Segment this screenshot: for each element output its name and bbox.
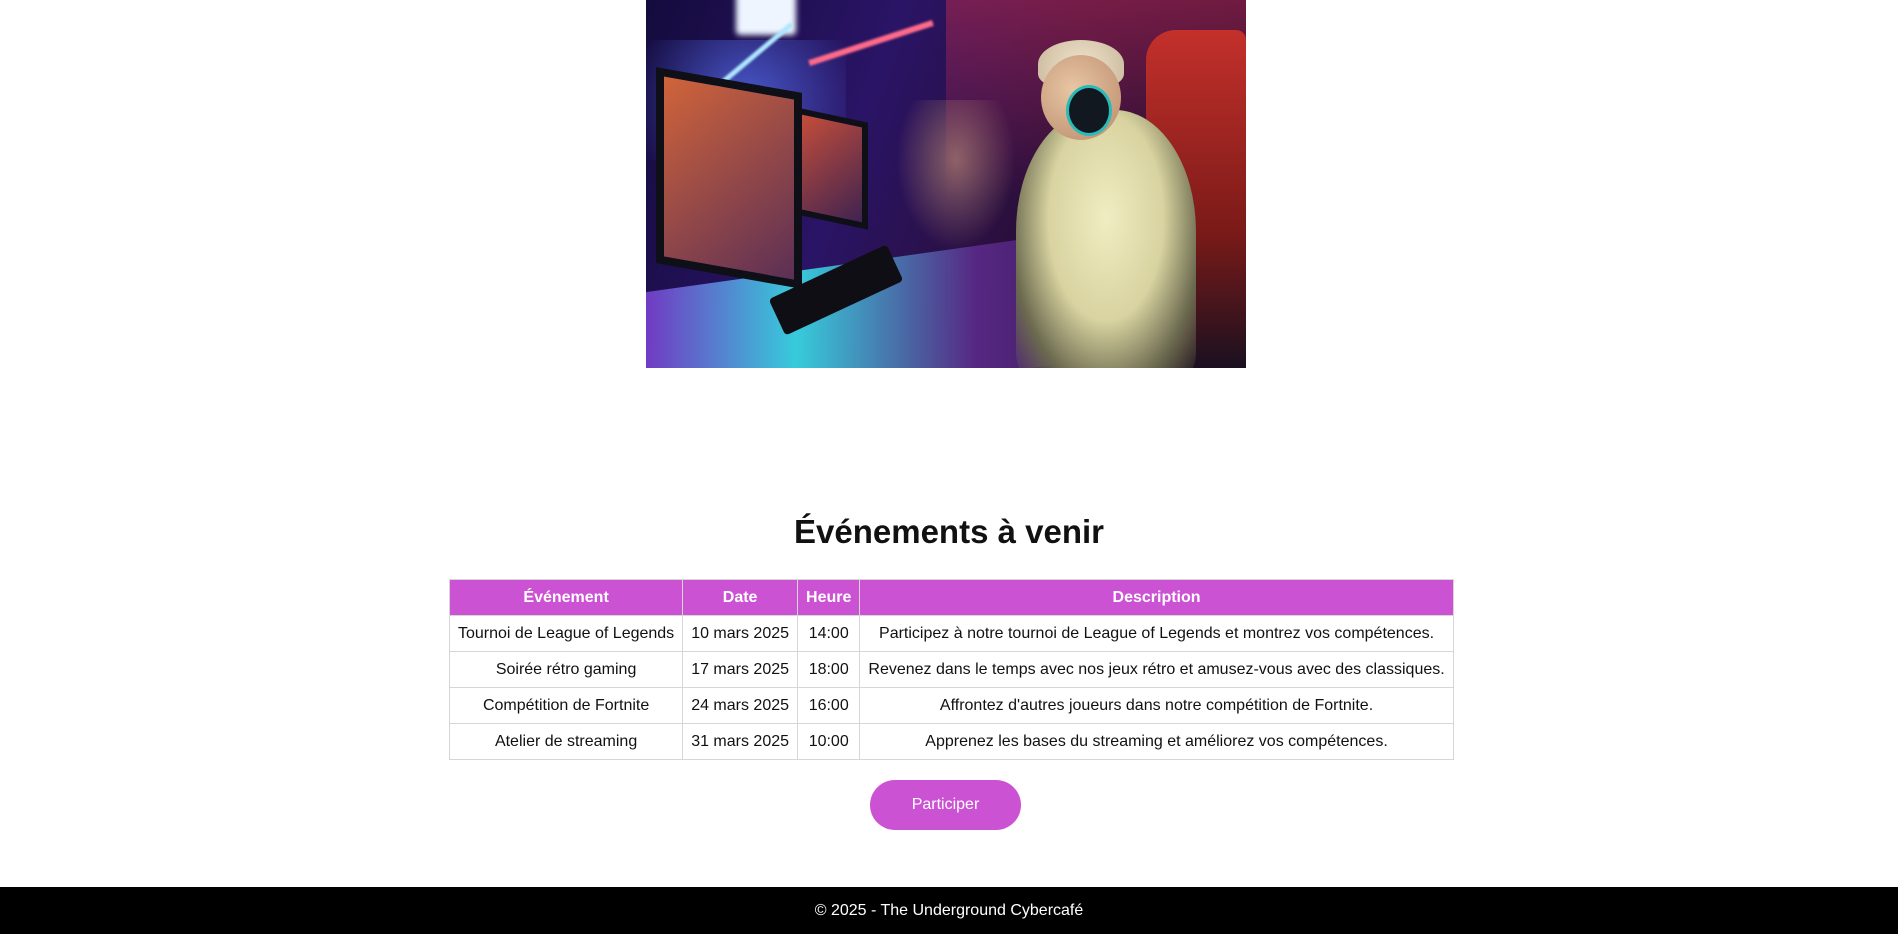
column-header-date: Date (682, 579, 799, 616)
event-description-cell: Participez à notre tournoi de League of … (859, 615, 1454, 652)
event-time-cell: 10:00 (797, 723, 861, 760)
table-row: Atelier de streaming 31 mars 2025 10:00 … (448, 723, 1454, 760)
event-description-cell: Revenez dans le temps avec nos jeux rétr… (859, 651, 1454, 688)
event-date-cell: 17 mars 2025 (682, 651, 799, 688)
event-time-cell: 16:00 (797, 687, 861, 724)
event-name-cell: Soirée rétro gaming (448, 651, 684, 688)
event-name-cell: Compétition de Fortnite (448, 687, 684, 724)
event-date-cell: 31 mars 2025 (682, 723, 799, 760)
events-table: Événement Date Heure Description Tournoi… (448, 579, 1454, 760)
event-time-cell: 14:00 (797, 615, 861, 652)
column-header-event: Événement (448, 579, 684, 616)
table-row: Compétition de Fortnite 24 mars 2025 16:… (448, 687, 1454, 724)
event-name-cell: Atelier de streaming (448, 723, 684, 760)
event-name-cell: Tournoi de League of Legends (448, 615, 684, 652)
hero-image (646, 0, 1246, 368)
event-date-cell: 24 mars 2025 (682, 687, 799, 724)
table-header-row: Événement Date Heure Description (448, 579, 1454, 616)
column-header-time: Heure (797, 579, 861, 616)
events-title: Événements à venir (794, 513, 1104, 550)
event-description-cell: Affrontez d'autres joueurs dans notre co… (859, 687, 1454, 724)
footer-copyright: © 2025 - The Underground Cybercafé (814, 902, 1084, 919)
event-time-cell: 18:00 (797, 651, 861, 688)
footer: © 2025 - The Underground Cybercafé (0, 887, 1898, 934)
table-row: Soirée rétro gaming 17 mars 2025 18:00 R… (448, 651, 1454, 688)
table-row: Tournoi de League of Legends 10 mars 202… (448, 615, 1454, 652)
participate-button[interactable]: Participer (870, 780, 1021, 830)
column-header-description: Description (859, 579, 1454, 616)
event-description-cell: Apprenez les bases du streaming et améli… (859, 723, 1454, 760)
page: Événements à venir Événement Date Heure … (0, 0, 1898, 934)
event-date-cell: 10 mars 2025 (682, 615, 799, 652)
